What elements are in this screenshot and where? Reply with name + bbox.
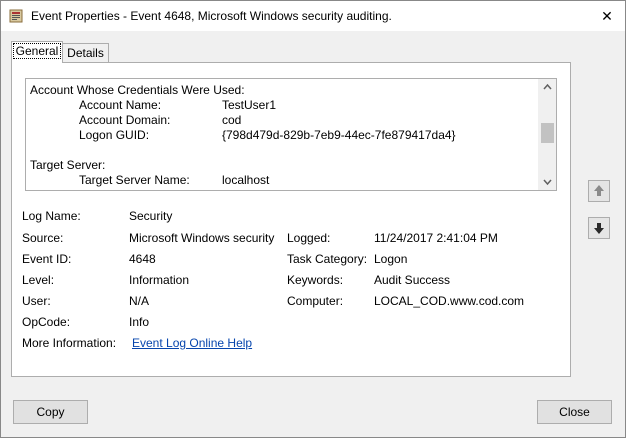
source-value: Microsoft Windows security	[129, 231, 275, 245]
general-panel: Account Whose Credentials Were Used: Acc…	[11, 62, 571, 377]
arrow-down-icon	[594, 223, 604, 234]
window-title: Event Properties - Event 4648, Microsoft…	[31, 9, 392, 23]
description-line: Target Server Name: localhost	[30, 173, 535, 188]
log-name-label: Log Name:	[22, 209, 81, 223]
description-line	[30, 143, 535, 158]
keywords-value: Audit Success	[374, 273, 451, 287]
event-description-text: Account Whose Credentials Were Used: Acc…	[30, 83, 535, 188]
level-label: Level:	[22, 273, 55, 287]
source-label: Source:	[22, 231, 64, 245]
user-label: User:	[22, 294, 51, 308]
event-properties-window: Event Properties - Event 4648, Microsoft…	[0, 0, 626, 438]
description-line: Target Server:	[30, 158, 535, 173]
description-value: {798d479d-829b-7eb9-44ec-7fe879417da4}	[222, 128, 456, 142]
task-category-value: Logon	[374, 252, 408, 266]
computer-value: LOCAL_COD.www.cod.com	[374, 294, 525, 308]
opcode-label: OpCode:	[22, 315, 71, 329]
description-scrollbar[interactable]	[538, 79, 556, 190]
event-id-value: 4648	[129, 252, 156, 266]
logged-label: Logged:	[287, 231, 331, 245]
event-description-box[interactable]: Account Whose Credentials Were Used: Acc…	[25, 78, 557, 191]
description-line: Account Name: TestUser1	[30, 98, 535, 113]
title-bar: Event Properties - Event 4648, Microsoft…	[1, 1, 625, 31]
computer-label: Computer:	[287, 294, 344, 308]
description-label: Logon GUID:	[79, 128, 150, 142]
event-id-label: Event ID:	[22, 252, 72, 266]
description-line: Account Domain: cod	[30, 113, 535, 128]
description-heading: Account Whose Credentials Were Used:	[30, 83, 245, 97]
description-value: cod	[222, 113, 242, 127]
event-viewer-icon	[9, 9, 23, 23]
user-value: N/A	[129, 294, 150, 308]
next-event-button[interactable]	[588, 217, 610, 239]
tab-general[interactable]: General	[11, 41, 63, 63]
opcode-value: Info	[129, 315, 150, 329]
description-value: localhost	[222, 173, 270, 187]
logged-value: 11/24/2017 2:41:04 PM	[374, 231, 498, 245]
level-value: Information	[129, 273, 190, 287]
scroll-thumb[interactable]	[541, 123, 554, 143]
keywords-label: Keywords:	[287, 273, 344, 287]
close-window-icon[interactable]: ✕	[589, 1, 625, 31]
description-value: TestUser1	[222, 98, 277, 112]
event-log-online-help-link[interactable]: Event Log Online Help	[132, 336, 252, 350]
copy-button[interactable]: Copy	[13, 400, 88, 424]
scroll-down-arrow-icon[interactable]	[539, 173, 556, 190]
previous-event-button[interactable]	[588, 180, 610, 202]
description-line: Account Whose Credentials Were Used:	[30, 83, 535, 98]
description-line: Logon GUID: {798d479d-829b-7eb9-44ec-7fe…	[30, 128, 535, 143]
description-label: Account Domain:	[79, 113, 171, 127]
description-label: Account Name:	[79, 98, 162, 112]
close-button[interactable]: Close	[537, 400, 612, 424]
more-information-label: More Information:	[22, 336, 117, 350]
scroll-up-arrow-icon[interactable]	[539, 79, 556, 96]
tab-general-label: General	[12, 43, 62, 59]
description-label: Target Server Name:	[79, 173, 190, 187]
log-name-value: Security	[129, 209, 173, 223]
description-heading: Target Server:	[30, 158, 106, 172]
arrow-up-icon	[594, 185, 604, 196]
task-category-label: Task Category:	[287, 252, 368, 266]
tab-details[interactable]: Details	[63, 43, 109, 63]
